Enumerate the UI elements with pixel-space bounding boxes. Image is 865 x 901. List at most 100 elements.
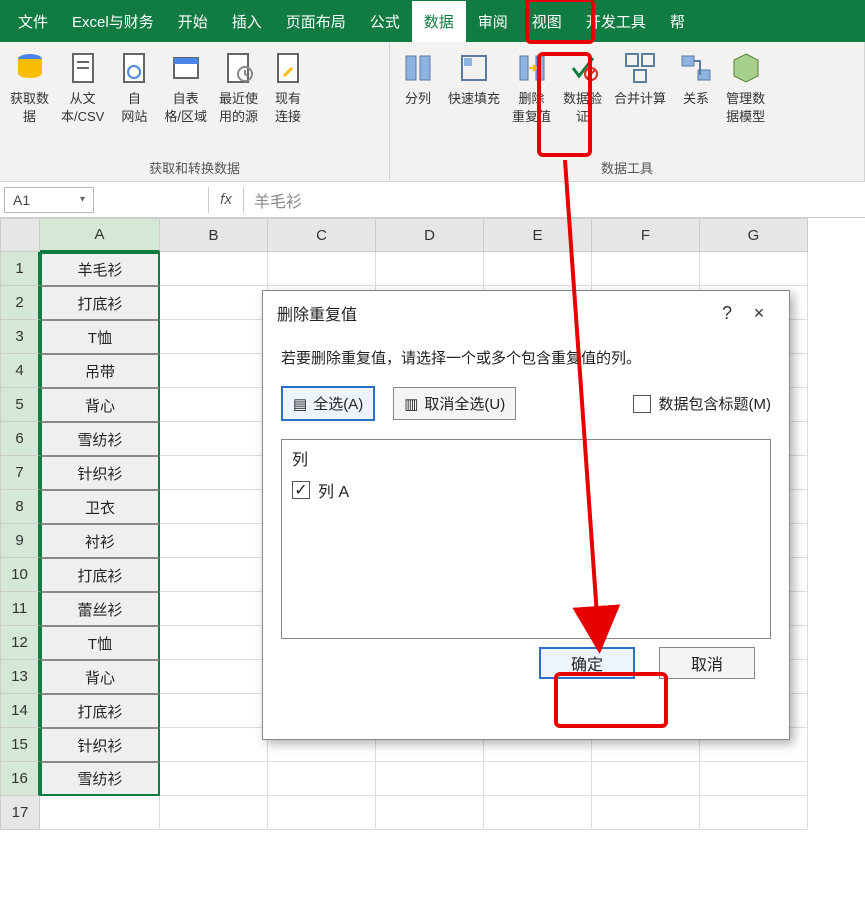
data-has-header-checkbox[interactable]: 数据包含标题(M) (633, 393, 772, 414)
cell[interactable]: T恤 (40, 320, 160, 354)
select-all-button[interactable]: ▤ 全选(A) (281, 386, 375, 421)
menu-home[interactable]: 开始 (166, 1, 220, 42)
cell[interactable] (160, 422, 268, 456)
cell[interactable] (592, 762, 700, 796)
unselect-all-button[interactable]: ▥ 取消全选(U) (393, 387, 516, 420)
cell[interactable]: 衬衫 (40, 524, 160, 558)
cell[interactable] (484, 762, 592, 796)
cell[interactable]: 蕾丝衫 (40, 592, 160, 626)
cell[interactable] (592, 252, 700, 286)
row-header[interactable]: 1 (0, 252, 40, 286)
row-header[interactable]: 16 (0, 762, 40, 796)
cell[interactable] (592, 796, 700, 830)
column-header[interactable]: C (268, 218, 376, 252)
row-header[interactable]: 17 (0, 796, 40, 830)
menu-formulas[interactable]: 公式 (358, 1, 412, 42)
menu-page-layout[interactable]: 页面布局 (274, 1, 358, 42)
column-header[interactable]: B (160, 218, 268, 252)
row-header[interactable]: 5 (0, 388, 40, 422)
row-header[interactable]: 9 (0, 524, 40, 558)
formula-input[interactable]: 羊毛衫 (244, 187, 865, 213)
menu-review[interactable]: 审阅 (466, 1, 520, 42)
cell[interactable] (160, 388, 268, 422)
row-header[interactable]: 12 (0, 626, 40, 660)
cell[interactable] (160, 286, 268, 320)
cell[interactable] (700, 762, 808, 796)
row-header[interactable]: 2 (0, 286, 40, 320)
ribbon-relations[interactable]: 关系 (672, 44, 720, 156)
menu-insert[interactable]: 插入 (220, 1, 274, 42)
dialog-help-button[interactable]: ? (711, 303, 743, 324)
fx-button[interactable]: fx (208, 187, 244, 213)
cell[interactable] (160, 252, 268, 286)
cell[interactable] (376, 762, 484, 796)
cell[interactable]: 雪纺衫 (40, 762, 160, 796)
cell[interactable]: 打底衫 (40, 286, 160, 320)
menu-excel-finance[interactable]: Excel与财务 (60, 1, 166, 42)
column-header[interactable]: F (592, 218, 700, 252)
cell[interactable]: 羊毛衫 (40, 252, 160, 286)
row-header[interactable]: 10 (0, 558, 40, 592)
ribbon-recent[interactable]: 最近使用的源 (213, 44, 264, 156)
column-header[interactable]: A (40, 218, 160, 252)
select-all-cells[interactable] (0, 218, 40, 252)
cell[interactable] (160, 796, 268, 830)
dialog-close-button[interactable]: × (743, 303, 775, 324)
cell[interactable] (160, 660, 268, 694)
row-header[interactable]: 6 (0, 422, 40, 456)
ribbon-flash-fill[interactable]: 快速填充 (442, 44, 506, 156)
listbox-item[interactable]: ✓ 列 A (292, 478, 760, 502)
ribbon-data-model[interactable]: 管理数据模型 (720, 44, 771, 156)
row-header[interactable]: 4 (0, 354, 40, 388)
row-header[interactable]: 15 (0, 728, 40, 762)
cell[interactable] (160, 354, 268, 388)
cell[interactable] (700, 796, 808, 830)
cell[interactable]: 针织衫 (40, 456, 160, 490)
row-header[interactable]: 7 (0, 456, 40, 490)
cell[interactable]: 吊带 (40, 354, 160, 388)
row-header[interactable]: 8 (0, 490, 40, 524)
ribbon-text-to-columns[interactable]: 分列 (394, 44, 442, 156)
cell[interactable] (160, 490, 268, 524)
cell[interactable]: 卫衣 (40, 490, 160, 524)
cell[interactable] (268, 762, 376, 796)
cell[interactable]: 雪纺衫 (40, 422, 160, 456)
column-header[interactable]: D (376, 218, 484, 252)
cell[interactable] (700, 252, 808, 286)
cell[interactable]: T恤 (40, 626, 160, 660)
row-header[interactable]: 11 (0, 592, 40, 626)
menu-help[interactable]: 帮 (658, 1, 697, 42)
cell[interactable] (160, 558, 268, 592)
menu-file[interactable]: 文件 (6, 1, 60, 42)
cell[interactable]: 打底衫 (40, 558, 160, 592)
cell[interactable] (160, 592, 268, 626)
columns-listbox[interactable]: 列 ✓ 列 A (281, 439, 771, 639)
cell[interactable] (376, 252, 484, 286)
cell[interactable] (160, 456, 268, 490)
cancel-button[interactable]: 取消 (659, 647, 755, 679)
cell[interactable] (376, 796, 484, 830)
row-header[interactable]: 3 (0, 320, 40, 354)
column-header[interactable]: E (484, 218, 592, 252)
ribbon-from-web[interactable]: 自网站 (110, 44, 158, 156)
ribbon-from-text[interactable]: 从文本/CSV (55, 44, 110, 156)
name-box[interactable]: A1 ▾ (4, 187, 94, 213)
menu-data[interactable]: 数据 (412, 1, 466, 42)
row-header[interactable]: 13 (0, 660, 40, 694)
cell[interactable] (160, 728, 268, 762)
cell[interactable]: 打底衫 (40, 694, 160, 728)
cell[interactable]: 背心 (40, 388, 160, 422)
column-header[interactable]: G (700, 218, 808, 252)
cell[interactable] (484, 796, 592, 830)
name-box-dropdown-icon[interactable]: ▾ (80, 194, 85, 205)
cell[interactable] (484, 252, 592, 286)
ribbon-consolidate[interactable]: 合并计算 (608, 44, 672, 156)
cell[interactable] (160, 626, 268, 660)
ribbon-existing-conn[interactable]: 现有连接 (264, 44, 312, 156)
cell[interactable]: 背心 (40, 660, 160, 694)
cell[interactable] (268, 252, 376, 286)
cell[interactable] (160, 762, 268, 796)
cell[interactable]: 针织衫 (40, 728, 160, 762)
ribbon-from-table[interactable]: 自表格/区域 (158, 44, 213, 156)
cell[interactable] (40, 796, 160, 830)
